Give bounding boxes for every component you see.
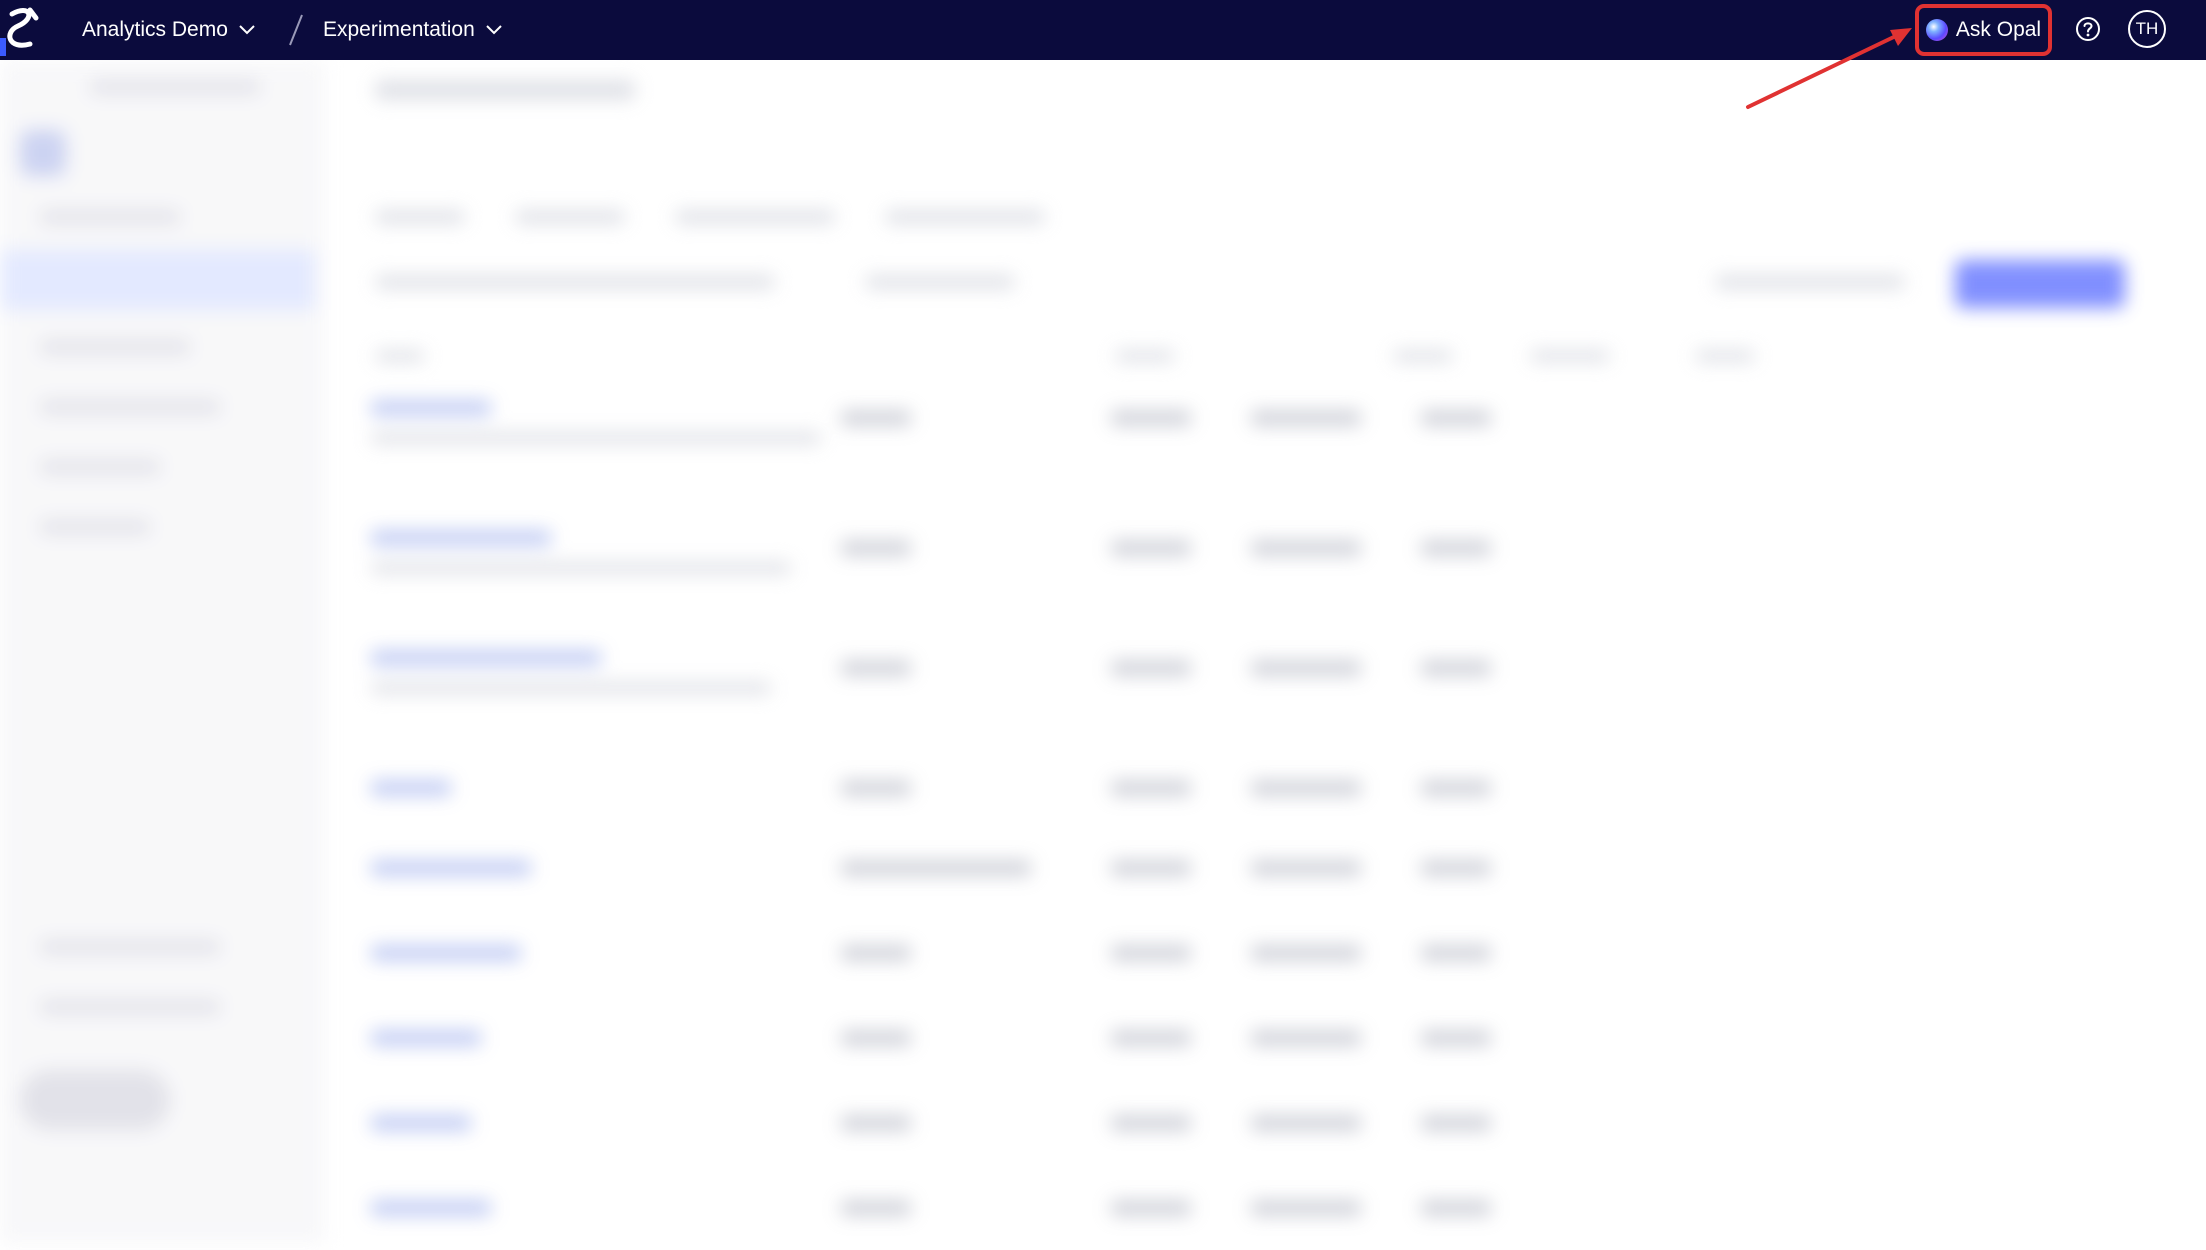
main-placeholder [1115, 350, 1175, 362]
user-avatar[interactable]: TH [2128, 10, 2166, 48]
blurred-page-content [0, 60, 2206, 1244]
sidebar-placeholder [40, 1000, 220, 1014]
row-placeholder [1421, 1200, 1491, 1216]
row-placeholder [371, 400, 491, 416]
row-placeholder [1421, 1115, 1491, 1131]
row-placeholder [841, 540, 911, 556]
avatar-initials: TH [2135, 19, 2159, 38]
sidebar-placeholder [40, 340, 190, 354]
help-circle-icon[interactable] [2074, 15, 2102, 43]
row-placeholder [371, 650, 601, 666]
row-placeholder [1251, 660, 1361, 676]
main-placeholder [675, 210, 835, 224]
main-placeholder [375, 275, 775, 289]
row-placeholder [841, 1200, 911, 1216]
main-placeholder [515, 210, 625, 224]
row-placeholder [1111, 945, 1191, 961]
row-placeholder [371, 1115, 471, 1131]
row-placeholder [1111, 660, 1191, 676]
main-content [325, 60, 2206, 1244]
table-row-placeholder [371, 530, 2171, 590]
main-placeholder [1530, 350, 1610, 362]
row-placeholder [1111, 860, 1191, 876]
sidebar-placeholder [40, 940, 220, 954]
sidebar-placeholder [40, 520, 150, 534]
row-placeholder [841, 1115, 911, 1131]
ask-opal-label: Ask Opal [1955, 18, 2042, 41]
row-placeholder [1111, 1200, 1191, 1216]
row-placeholder [1421, 945, 1491, 961]
section-label: Experimentation [323, 18, 475, 41]
row-placeholder [1111, 540, 1191, 556]
table-row-placeholder [371, 850, 2171, 910]
row-placeholder [371, 1200, 491, 1216]
table-row-placeholder [371, 935, 2171, 995]
row-placeholder [1421, 410, 1491, 426]
row-placeholder [841, 860, 1031, 876]
row-placeholder [1421, 540, 1491, 556]
annotation-arrow-icon [1746, 28, 1912, 109]
row-placeholder [1251, 410, 1361, 426]
workspace-selector[interactable]: Analytics Demo [82, 0, 256, 60]
row-placeholder [841, 410, 911, 426]
row-placeholder [1421, 1030, 1491, 1046]
row-placeholder [1421, 780, 1491, 796]
sidebar-placeholder [90, 80, 260, 94]
row-placeholder [1251, 1030, 1361, 1046]
row-placeholder [371, 562, 791, 574]
sidebar-placeholder [20, 1070, 170, 1130]
chevron-down-icon [239, 25, 255, 35]
ask-opal-button[interactable]: Ask Opal [1915, 4, 2052, 56]
table-row-placeholder [371, 1190, 2171, 1250]
main-placeholder [1715, 275, 1905, 289]
row-placeholder [1111, 780, 1191, 796]
main-placeholder [1695, 350, 1755, 362]
row-placeholder [1251, 945, 1361, 961]
table-row-placeholder [371, 770, 2171, 830]
row-placeholder [1251, 1115, 1361, 1131]
main-placeholder [375, 80, 635, 100]
main-placeholder [375, 210, 465, 224]
table-row-placeholder [371, 400, 2171, 460]
row-placeholder [371, 432, 821, 444]
row-placeholder [371, 860, 531, 876]
sidebar-placeholder [40, 460, 160, 474]
primary-action-placeholder [1955, 260, 2125, 308]
row-placeholder [841, 1030, 911, 1046]
row-placeholder [841, 945, 911, 961]
row-placeholder [1251, 860, 1361, 876]
row-placeholder [1111, 1030, 1191, 1046]
row-placeholder [841, 660, 911, 676]
sidebar [0, 60, 325, 1244]
row-placeholder [1111, 410, 1191, 426]
app-logo-icon[interactable] [0, 4, 46, 56]
row-placeholder [1251, 1200, 1361, 1216]
row-placeholder [1421, 860, 1491, 876]
row-placeholder [371, 530, 551, 546]
row-placeholder [371, 780, 451, 796]
main-placeholder [885, 210, 1045, 224]
main-placeholder [865, 275, 1015, 289]
sidebar-placeholder [40, 400, 220, 414]
row-placeholder [371, 945, 521, 961]
row-placeholder [371, 682, 771, 694]
table-row-placeholder [371, 650, 2171, 710]
table-row-placeholder [371, 1020, 2171, 1080]
slash-separator-icon [289, 14, 303, 46]
workspace-label: Analytics Demo [82, 18, 228, 41]
main-placeholder [375, 350, 425, 362]
sidebar-placeholder [40, 210, 180, 224]
row-placeholder [1251, 780, 1361, 796]
chevron-down-icon [486, 25, 502, 35]
table-row-placeholder [371, 1105, 2171, 1165]
row-placeholder [371, 1030, 481, 1046]
row-placeholder [841, 780, 911, 796]
row-placeholder [1421, 660, 1491, 676]
section-selector[interactable]: Experimentation [323, 0, 503, 60]
sidebar-placeholder [20, 130, 66, 176]
sidebar-active-item [0, 250, 315, 310]
row-placeholder [1111, 1115, 1191, 1131]
main-placeholder [1393, 350, 1453, 362]
row-placeholder [1251, 540, 1361, 556]
